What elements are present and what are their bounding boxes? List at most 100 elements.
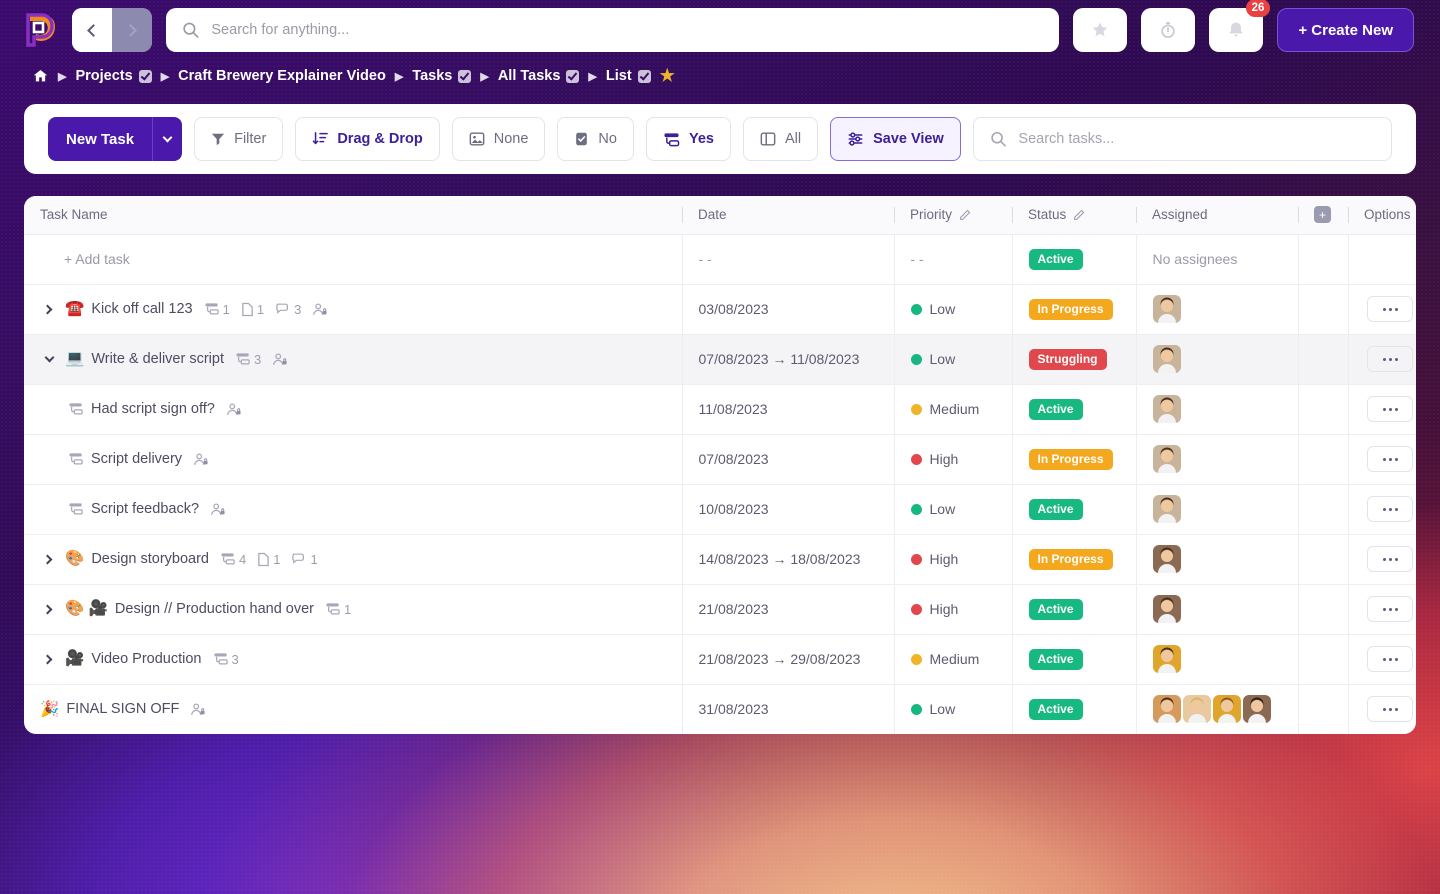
app-logo-p-icon[interactable]: [20, 11, 58, 49]
global-search-input[interactable]: [211, 22, 1043, 38]
cell-assigned[interactable]: [1136, 384, 1298, 434]
task-search-input[interactable]: [1018, 131, 1375, 147]
cell-task-name[interactable]: 🎥Video Production3: [24, 634, 682, 684]
cell-options[interactable]: [1348, 684, 1416, 734]
columns-all-button[interactable]: All: [743, 117, 818, 161]
cell-status[interactable]: Active: [1012, 384, 1136, 434]
assignee-avatars[interactable]: [1153, 345, 1298, 373]
cell-assigned[interactable]: [1136, 434, 1298, 484]
notifications-button[interactable]: 26: [1209, 8, 1263, 52]
cell-date[interactable]: 03/08/2023: [682, 284, 894, 334]
table-row[interactable]: 💻Write & deliver script307/08/2023 → 11/…: [24, 334, 1416, 384]
cell-task-name[interactable]: Script delivery: [24, 434, 682, 484]
collapse-row-button[interactable]: [40, 357, 58, 361]
status-badge[interactable]: In Progress: [1029, 549, 1113, 570]
cell-status[interactable]: In Progress: [1012, 434, 1136, 484]
breadcrumb-item-project-name[interactable]: Craft Brewery Explainer Video: [178, 68, 386, 84]
cell-assigned[interactable]: [1136, 634, 1298, 684]
cell-options[interactable]: [1348, 634, 1416, 684]
star-filled-icon[interactable]: ★: [660, 66, 675, 86]
breadcrumb-item-all-tasks[interactable]: All Tasks: [498, 68, 580, 84]
cell-priority[interactable]: Medium: [894, 384, 1012, 434]
cell-task-name[interactable]: Script feedback?: [24, 484, 682, 534]
timer-button[interactable]: [1141, 8, 1195, 52]
cell-priority[interactable]: Low: [894, 284, 1012, 334]
cell-date[interactable]: 07/08/2023: [682, 434, 894, 484]
table-row[interactable]: Had script sign off?11/08/2023Medium Acti…: [24, 384, 1416, 434]
breadcrumb-item-list[interactable]: List: [606, 68, 651, 84]
task-search[interactable]: [973, 117, 1392, 161]
cell-priority[interactable]: Low: [894, 484, 1012, 534]
column-header-date[interactable]: Date: [682, 196, 894, 234]
assignee-avatars[interactable]: [1153, 645, 1298, 673]
expand-row-button[interactable]: [40, 656, 58, 663]
avatar[interactable]: [1153, 695, 1181, 723]
column-header-options[interactable]: Options: [1348, 196, 1416, 234]
add-task-priority[interactable]: - -: [894, 234, 1012, 284]
cell-task-name[interactable]: Had script sign off?: [24, 384, 682, 434]
checkbox-no-button[interactable]: No: [557, 117, 634, 161]
cell-status[interactable]: Active: [1012, 634, 1136, 684]
table-row[interactable]: ☎️Kick off call 12311303/08/2023LowIn Pr…: [24, 284, 1416, 334]
row-options-button[interactable]: [1367, 596, 1413, 622]
cell-date[interactable]: 07/08/2023 → 11/08/2023: [682, 334, 894, 384]
nav-back-button[interactable]: [72, 8, 112, 52]
edit-icon[interactable]: [959, 208, 972, 221]
expand-row-button[interactable]: [40, 306, 58, 313]
breadcrumb-item-projects[interactable]: Projects: [75, 68, 151, 84]
cell-date[interactable]: 21/08/2023: [682, 584, 894, 634]
avatar[interactable]: [1213, 695, 1241, 723]
cell-priority[interactable]: Medium: [894, 634, 1012, 684]
create-new-button[interactable]: + Create New: [1277, 8, 1414, 52]
cell-status[interactable]: In Progress: [1012, 534, 1136, 584]
cell-priority[interactable]: High: [894, 584, 1012, 634]
add-task-row[interactable]: + Add task- -- -ActiveNo assignees: [24, 234, 1416, 284]
status-badge[interactable]: Active: [1029, 399, 1083, 420]
cell-options[interactable]: [1348, 534, 1416, 584]
avatar[interactable]: [1153, 595, 1181, 623]
row-options-button[interactable]: [1367, 646, 1413, 672]
column-header-priority[interactable]: Priority: [894, 196, 1012, 234]
cell-date[interactable]: 11/08/2023: [682, 384, 894, 434]
avatar[interactable]: [1183, 695, 1211, 723]
checkbox-icon[interactable]: [139, 70, 152, 83]
assignee-avatars[interactable]: [1153, 445, 1298, 473]
cell-options[interactable]: [1348, 384, 1416, 434]
cell-assigned[interactable]: [1136, 484, 1298, 534]
cell-date[interactable]: 21/08/2023 → 29/08/2023: [682, 634, 894, 684]
column-header-task-name[interactable]: Task Name: [24, 196, 682, 234]
cell-options[interactable]: [1348, 484, 1416, 534]
status-badge[interactable]: Active: [1029, 699, 1083, 720]
cell-status[interactable]: Active: [1012, 484, 1136, 534]
assignee-avatars[interactable]: [1153, 595, 1298, 623]
add-task-cell[interactable]: + Add task: [24, 234, 682, 284]
assignee-avatars[interactable]: [1153, 295, 1298, 323]
row-options-button[interactable]: [1367, 446, 1413, 472]
table-row[interactable]: Script feedback?10/08/2023LowActive: [24, 484, 1416, 534]
new-task-button[interactable]: New Task: [48, 117, 152, 161]
avatar[interactable]: [1153, 395, 1181, 423]
expand-row-button[interactable]: [40, 606, 58, 613]
cell-assigned[interactable]: [1136, 684, 1298, 734]
table-row[interactable]: 🎨 🎥Design // Production hand over121/08/…: [24, 584, 1416, 634]
cell-task-name[interactable]: ☎️Kick off call 123113: [24, 284, 682, 334]
checkbox-icon[interactable]: [638, 70, 651, 83]
avatar[interactable]: [1153, 495, 1181, 523]
checkbox-icon[interactable]: [458, 70, 471, 83]
row-options-button[interactable]: [1367, 696, 1413, 722]
save-view-button[interactable]: Save View: [830, 117, 961, 161]
table-row[interactable]: 🎥Video Production321/08/2023 → 29/08/202…: [24, 634, 1416, 684]
cell-task-name[interactable]: 🎨Design storyboard411: [24, 534, 682, 584]
cell-status[interactable]: Active: [1012, 584, 1136, 634]
cell-assigned[interactable]: [1136, 534, 1298, 584]
row-options-button[interactable]: [1367, 346, 1413, 372]
cell-priority[interactable]: High: [894, 434, 1012, 484]
cell-assigned[interactable]: [1136, 334, 1298, 384]
nav-forward-button[interactable]: [112, 8, 152, 52]
edit-icon[interactable]: [1073, 208, 1086, 221]
assignee-avatars[interactable]: [1153, 695, 1298, 723]
assignee-avatars[interactable]: [1153, 545, 1298, 573]
cell-date[interactable]: 31/08/2023: [682, 684, 894, 734]
avatar[interactable]: [1153, 345, 1181, 373]
avatar[interactable]: [1153, 645, 1181, 673]
